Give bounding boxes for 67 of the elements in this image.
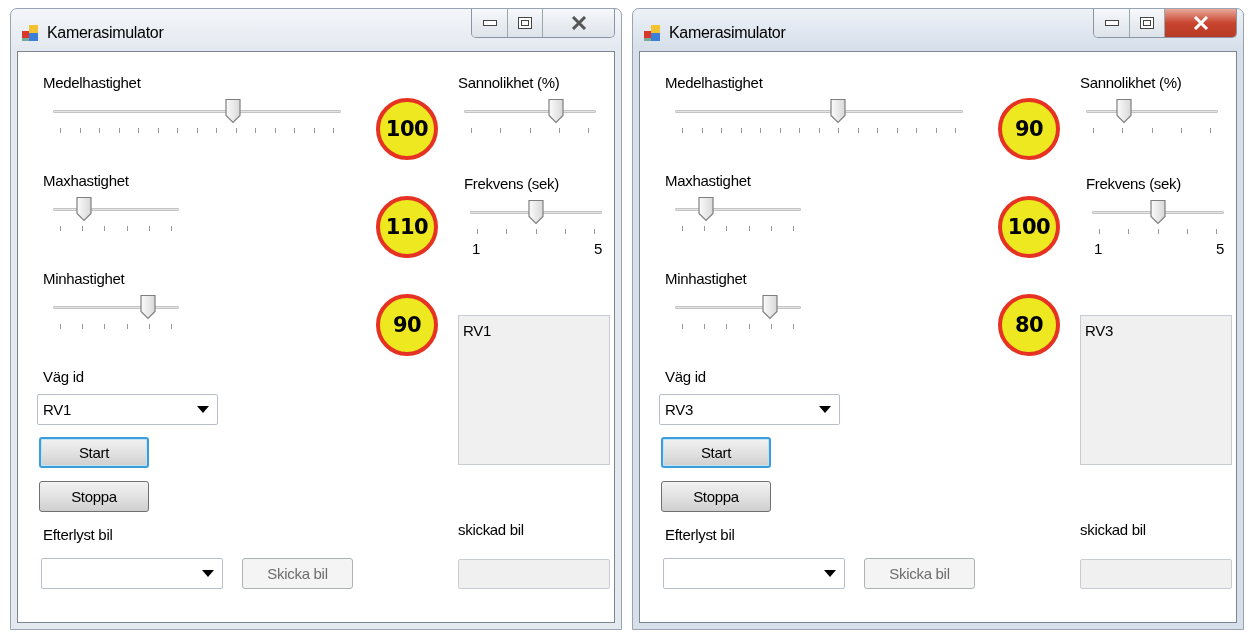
close-button[interactable] (1164, 9, 1236, 37)
road-dropdown[interactable]: RV1 (37, 394, 218, 425)
action-button[interactable]: Stoppa (661, 481, 771, 512)
slider-thumb[interactable] (139, 294, 158, 320)
minimize-button[interactable] (1094, 9, 1129, 37)
slider-label: Sannolikhet (%) (458, 74, 561, 92)
field-label: Väg id (665, 368, 707, 386)
action-button[interactable]: Start (39, 437, 149, 468)
minimize-icon (1104, 20, 1119, 26)
action-button[interactable]: Start (661, 437, 771, 468)
slider-label: Maxhastighet (43, 172, 130, 190)
speed-sign: 100 (998, 196, 1060, 258)
slider-thumb[interactable] (829, 98, 848, 124)
scale-label: 1 (472, 241, 481, 257)
field-label: Efterlyst bil (43, 526, 114, 544)
window-title: Kamerasimulator (47, 24, 164, 42)
maximize-button[interactable] (507, 9, 542, 37)
app-icon (21, 24, 39, 42)
speed-sign: 100 (376, 98, 438, 160)
log-line: RV1 (463, 322, 492, 339)
slider-label: Medelhastighet (665, 74, 764, 92)
field-label: Väg id (43, 368, 85, 386)
maximize-button[interactable] (1129, 9, 1164, 37)
speed-sign: 90 (376, 294, 438, 356)
scale-label: 5 (1215, 241, 1224, 257)
maximize-icon (1140, 17, 1154, 29)
dropdown-arrow-icon (824, 570, 836, 577)
close-button[interactable] (542, 9, 614, 37)
speed-sign: 110 (376, 196, 438, 258)
window-title: Kamerasimulator (669, 24, 786, 42)
close-icon (1192, 16, 1209, 30)
minimize-icon (482, 20, 497, 26)
slider-label: Minhastighet (43, 270, 126, 288)
field-label: Efterlyst bil (665, 526, 736, 544)
slider-thumb[interactable] (696, 196, 715, 222)
sent-car-field[interactable] (1080, 559, 1232, 589)
dropdown-arrow-icon (819, 406, 831, 413)
close-icon (570, 16, 587, 30)
sent-car-field[interactable] (458, 559, 610, 589)
maximize-icon (518, 17, 532, 29)
action-button[interactable]: Stoppa (39, 481, 149, 512)
scale-label: 5 (593, 241, 602, 257)
slider-label: Maxhastighet (665, 172, 752, 190)
slider-thumb[interactable] (546, 98, 565, 124)
road-dropdown[interactable]: RV3 (659, 394, 840, 425)
slider-label: Sannolikhet (%) (1080, 74, 1183, 92)
slider-label: Frekvens (sek) (464, 175, 560, 193)
speed-sign: 80 (998, 294, 1060, 356)
slider-thumb[interactable] (74, 196, 93, 222)
log-line: RV3 (1085, 322, 1114, 339)
slider-thumb[interactable] (1149, 199, 1167, 225)
slider-label: Medelhastighet (43, 74, 142, 92)
log-listbox[interactable]: RV1 (458, 315, 610, 465)
slider-thumb[interactable] (527, 199, 545, 225)
log-listbox[interactable]: RV3 (1080, 315, 1232, 465)
dropdown-arrow-icon (202, 570, 214, 577)
field-label: skickad bil (1080, 521, 1147, 539)
slider-thumb[interactable] (761, 294, 780, 320)
field-label: skickad bil (458, 521, 525, 539)
slider-label: Minhastighet (665, 270, 748, 288)
slider-label: Frekvens (sek) (1086, 175, 1182, 193)
scale-label: 1 (1094, 241, 1103, 257)
speed-sign: 90 (998, 98, 1060, 160)
slider-thumb[interactable] (1114, 98, 1133, 124)
app-icon (643, 24, 661, 42)
slider-thumb[interactable] (224, 98, 243, 124)
dropdown-arrow-icon (197, 406, 209, 413)
